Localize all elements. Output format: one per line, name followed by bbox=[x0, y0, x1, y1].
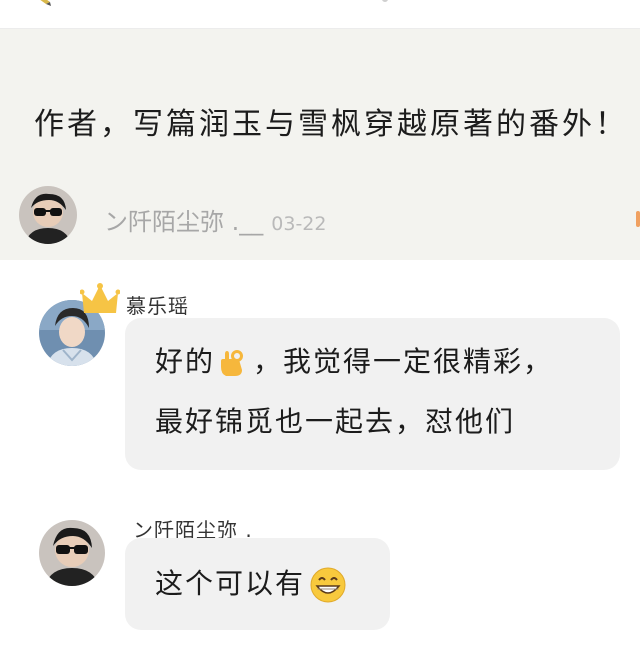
comment-line-2: 最好锦觅也一起去，怼他们 bbox=[155, 405, 516, 438]
top-dot bbox=[382, 0, 388, 2]
crown-icon bbox=[80, 283, 120, 313]
reply-avatar[interactable] bbox=[39, 520, 105, 586]
reply-bubble: 这个可以有 bbox=[125, 538, 390, 630]
ok-hand-icon bbox=[221, 350, 244, 376]
post-author[interactable]: ン阡陌尘弥 .__ 03-22 bbox=[104, 202, 326, 237]
post-author-avatar[interactable] bbox=[19, 186, 77, 244]
post-card: 作者，写篇润玉与雪枫穿越原著的番外！ ン阡陌尘弥 .__ 03-22 bbox=[0, 29, 640, 260]
post-author-name: ン阡陌尘弥 .__ bbox=[104, 208, 264, 236]
reply-line: 这个可以有 bbox=[155, 562, 347, 604]
edge-indicator bbox=[636, 211, 640, 227]
comment-author[interactable]: 慕乐瑶 bbox=[126, 290, 189, 319]
top-bar bbox=[0, 0, 640, 29]
pencil-icon bbox=[40, 0, 51, 6]
post-date: 03-22 bbox=[271, 213, 327, 235]
reply-text: 这个可以有 bbox=[155, 567, 306, 600]
post-text: 作者，写篇润玉与雪枫穿越原著的番外！ bbox=[34, 107, 628, 142]
comment-line-1: 好的 ，我觉得一定很精彩， bbox=[155, 340, 553, 380]
comment-bubble: 好的 ，我觉得一定很精彩， 最好锦觅也一起去，怼他们 bbox=[125, 318, 620, 470]
grinning-face-icon bbox=[310, 567, 346, 603]
comment-text-part: 好的 bbox=[155, 345, 216, 378]
comment-text-part: ，我觉得一定很精彩， bbox=[253, 345, 554, 378]
